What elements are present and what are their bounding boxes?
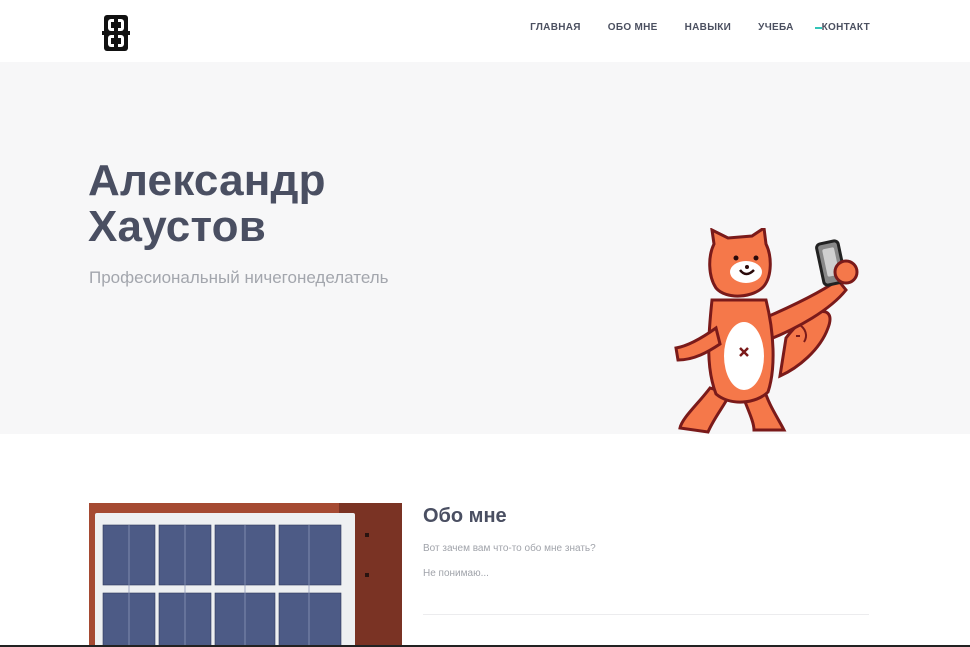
site-header: ГЛАВНАЯ ОБО МНЕ НАВЫКИ УЧЕБА КОНТАКТ (0, 0, 970, 62)
about-title: Обо мне (423, 505, 507, 527)
nav-item-skills[interactable]: НАВЫКИ (685, 21, 732, 35)
solar-panel-image (89, 503, 402, 647)
about-paragraph-2: Не понимаю... (423, 568, 489, 579)
about-paragraph-1: Вот зачем вам что-то обо мне знать? (423, 543, 596, 554)
nav-item-contact[interactable]: КОНТАКТ (822, 21, 870, 35)
hero-name-first: Александр (88, 156, 326, 205)
nav-item-home[interactable]: ГЛАВНАЯ (530, 21, 581, 35)
solar-panel-photo (89, 503, 402, 647)
monogram-logo-icon[interactable] (100, 14, 132, 52)
active-nav-marker (815, 27, 822, 29)
hero-section: Александр Хаустов Професиональный ничего… (0, 62, 970, 434)
about-divider (423, 614, 869, 615)
nav-item-about[interactable]: ОБО МНЕ (608, 21, 658, 35)
hero-name-last: Хаустов (88, 202, 266, 251)
hero-name: Александр Хаустов (88, 158, 326, 250)
orange-cat-holding-phone-illustration (674, 228, 859, 434)
nav-item-education[interactable]: УЧЕБА (758, 21, 793, 35)
hero-subtitle: Професиональный ничегонеделатель (89, 268, 389, 287)
